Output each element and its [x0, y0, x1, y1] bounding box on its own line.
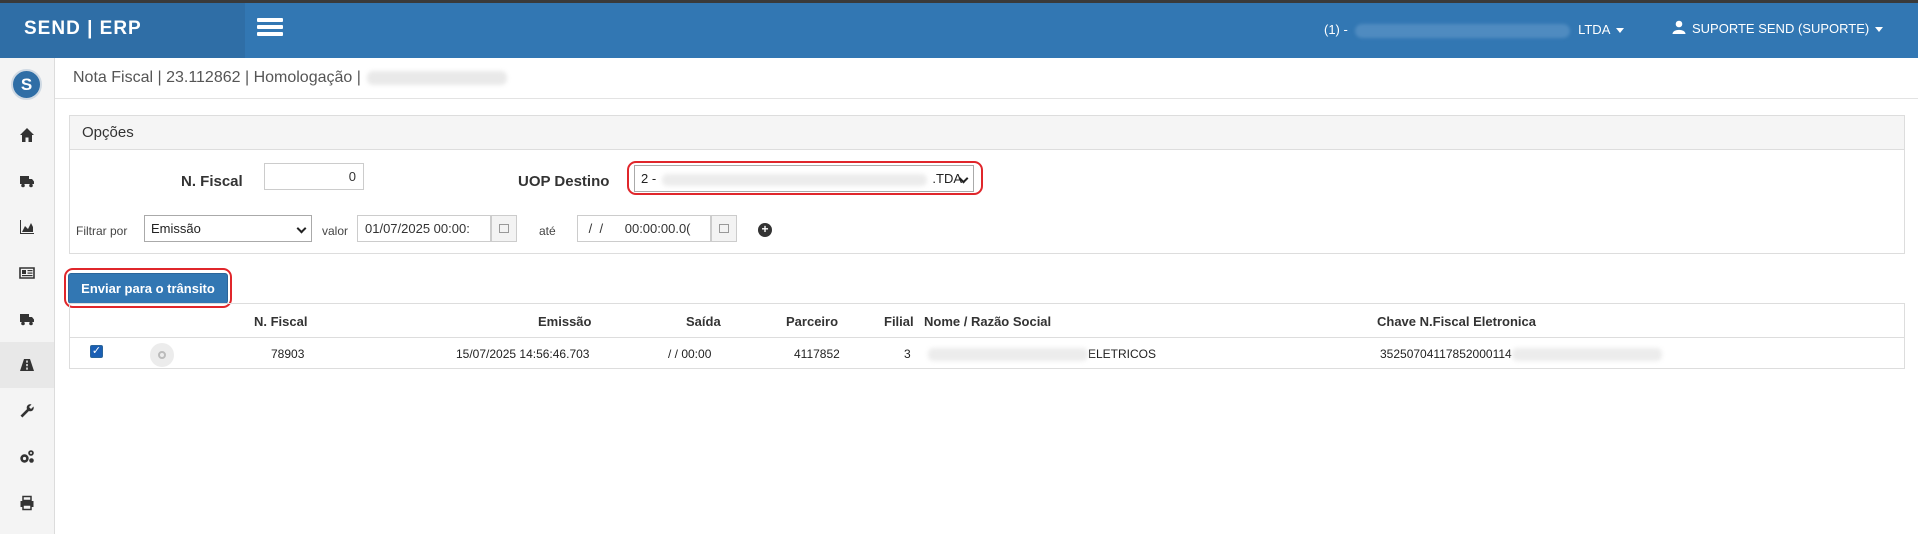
breadcrumb: Nota Fiscal | 23.112862 | Homologação |: [73, 69, 507, 87]
cogs-icon: [20, 450, 34, 463]
company-suffix: LTDA: [1578, 22, 1611, 37]
add-filter-icon[interactable]: +: [758, 223, 772, 237]
user-name: SUPORTE SEND (SUPORTE): [1692, 21, 1870, 36]
sidebar-item-shipping[interactable]: [0, 296, 54, 342]
col-parceiro[interactable]: Parceiro: [786, 314, 838, 329]
newspaper-icon: [19, 267, 35, 279]
filtrar-por-value: Emissão: [151, 221, 201, 236]
truck-icon: [20, 176, 34, 188]
uop-destino-label: UOP Destino: [518, 173, 610, 190]
nfiscal-input[interactable]: 0: [264, 163, 364, 190]
sidebar-item-tools[interactable]: [0, 388, 54, 434]
nfiscal-label: N. Fiscal: [181, 173, 243, 190]
uop-value-redacted: [661, 173, 927, 186]
options-panel: Opções N. Fiscal 0 UOP Destino 2 - .TDA …: [69, 115, 1905, 254]
area-chart-icon: [20, 220, 34, 234]
cell-emissao: 15/07/2025 14:56:46.703: [456, 347, 590, 361]
chevron-down-icon: [1875, 27, 1884, 33]
col-nfiscal[interactable]: N. Fiscal: [254, 314, 307, 329]
col-chave[interactable]: Chave N.Fiscal Eletronica: [1377, 314, 1536, 329]
cell-nome: ELETRICOS: [928, 347, 1157, 362]
page-title: Nota Fiscal | 23.112862 | Homologação |: [73, 69, 361, 86]
truck-icon: [20, 314, 34, 326]
calendar-icon[interactable]: [711, 215, 737, 242]
ate-input[interactable]: / / 00:00:00.0(: [577, 215, 711, 242]
company-name-redacted: [1355, 23, 1571, 38]
col-emissao[interactable]: Emissão: [538, 314, 591, 329]
filtrar-por-select[interactable]: Emissão: [144, 215, 312, 242]
road-icon: [20, 359, 34, 371]
chave-prefix: 35250704117852000114: [1380, 347, 1512, 361]
col-filial[interactable]: Filial: [884, 314, 914, 329]
app-logo[interactable]: S: [11, 69, 42, 100]
chevron-down-icon: [296, 223, 307, 234]
cell-chave: 35250704117852000114: [1380, 347, 1662, 362]
cell-nfiscal: 78903: [271, 347, 305, 361]
chevron-down-icon: [1616, 28, 1625, 34]
breadcrumb-redacted: [366, 70, 507, 85]
table-header: N. Fiscal Emissão Saída Parceiro Filial …: [70, 304, 1904, 338]
col-saida[interactable]: Saída: [686, 314, 721, 329]
cell-parceiro: 4117852: [794, 347, 840, 361]
nome-redacted: [928, 348, 1088, 362]
company-prefix: (1) -: [1324, 22, 1348, 37]
sidebar-item-chart[interactable]: [0, 204, 54, 250]
uop-value-prefix: 2 -: [641, 171, 657, 186]
divider: [55, 98, 1918, 99]
col-nome[interactable]: Nome / Razão Social: [924, 314, 1051, 329]
app-brand[interactable]: SEND | ERP: [0, 3, 245, 58]
sidebar-item-print[interactable]: [0, 480, 54, 526]
valor-input[interactable]: 01/07/2025 00:00:: [357, 215, 491, 242]
valor-label: valor: [322, 224, 349, 238]
nf-table: N. Fiscal Emissão Saída Parceiro Filial …: [69, 303, 1905, 369]
cell-saida: / / 00:00: [668, 347, 712, 361]
table-row[interactable]: ✓ 78903 15/07/2025 14:56:46.703 / / 00:0…: [70, 338, 1904, 369]
sidebar-item-news[interactable]: [0, 250, 54, 296]
chave-redacted: [1511, 348, 1662, 362]
top-bar: SEND | ERP (1) - LTDA SUPORTE SEND (SUPO…: [0, 0, 1918, 58]
send-to-transit-button[interactable]: Enviar para o trânsito: [68, 273, 228, 304]
sidebar-item-home[interactable]: [0, 112, 54, 158]
uop-destino-select[interactable]: 2 - .TDA: [634, 165, 974, 192]
company-selector[interactable]: (1) - LTDA: [1324, 22, 1625, 38]
sidebar-item-settings[interactable]: [0, 434, 54, 480]
user-icon: [1672, 20, 1686, 34]
print-icon: [20, 495, 34, 511]
cell-filial: 3: [904, 347, 911, 361]
options-panel-title: Opções: [70, 116, 1904, 150]
sidebar-item-truck[interactable]: [0, 158, 54, 204]
user-menu[interactable]: SUPORTE SEND (SUPORTE): [1672, 20, 1884, 36]
nome-suffix: ELETRICOS: [1088, 347, 1157, 361]
sidebar-item-road[interactable]: [0, 342, 54, 388]
sidebar: S: [0, 58, 55, 534]
wrench-icon: [20, 404, 34, 418]
search-icon[interactable]: [150, 343, 174, 367]
ate-label: até: [539, 224, 556, 238]
menu-toggle-icon[interactable]: [257, 18, 283, 38]
row-checkbox[interactable]: ✓: [90, 345, 103, 358]
home-icon: [20, 128, 34, 142]
filtrar-por-label: Filtrar por: [76, 224, 128, 238]
calendar-icon[interactable]: [491, 215, 517, 242]
